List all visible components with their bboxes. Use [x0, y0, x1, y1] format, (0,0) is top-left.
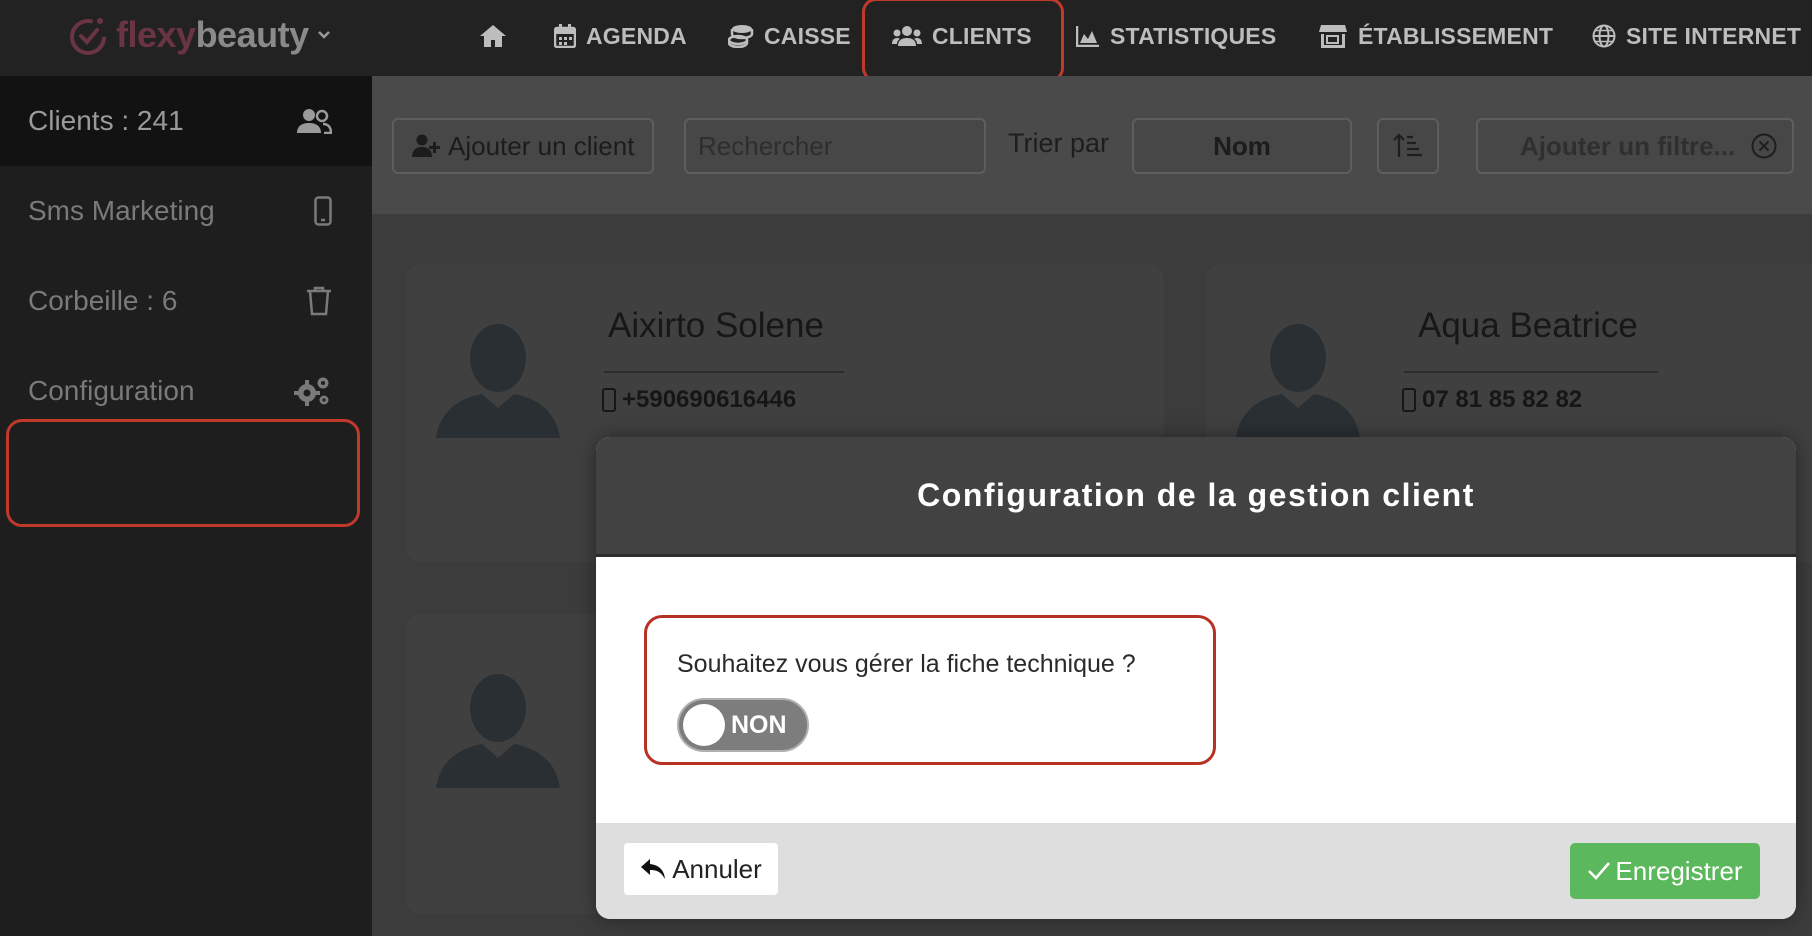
client-phone: 07 81 85 82 82: [1402, 386, 1582, 414]
cancel-button[interactable]: Annuler: [624, 843, 778, 895]
modal-footer: Annuler Enregistrer: [596, 823, 1796, 919]
sort-label: Trier par: [1008, 128, 1110, 158]
modal-body: Souhaitez vous gérer la fiche technique …: [596, 557, 1796, 823]
nav-site-internet[interactable]: SITE INTERNET: [1592, 0, 1801, 72]
configuration-highlight-outline: [6, 419, 360, 527]
sidebar-item-label: Sms Marketing: [28, 195, 215, 226]
nav-home[interactable]: [478, 0, 518, 72]
modal-title: Configuration de la gestion client: [917, 477, 1475, 513]
sidebar-item-label: Configuration: [28, 375, 195, 406]
store-icon: [1319, 25, 1347, 48]
avatar-placeholder-icon: [436, 674, 560, 788]
avatar-placeholder-icon: [1236, 324, 1360, 438]
chart-area-icon: [1076, 26, 1099, 47]
add-client-label: Ajouter un client: [448, 130, 635, 161]
add-filter-input[interactable]: Ajouter un filtre...: [1476, 118, 1794, 174]
nav-etablissement[interactable]: ÉTABLISSEMENT: [1318, 0, 1553, 72]
nav-caisse[interactable]: CAISSE: [728, 0, 851, 72]
logo-clock-icon: [70, 18, 106, 55]
sort-ascending-icon: [1393, 133, 1422, 157]
sort-select[interactable]: Nom: [1132, 118, 1352, 174]
technical-sheet-toggle[interactable]: NON: [677, 698, 809, 752]
globe-icon: [1592, 24, 1616, 48]
modal-header: Configuration de la gestion client: [596, 437, 1796, 557]
client-divider: [1404, 371, 1658, 373]
home-icon: [480, 25, 506, 47]
nav-caisse-label: CAISSE: [764, 22, 851, 49]
search-input[interactable]: Rechercher: [684, 118, 986, 174]
sidebar-item-sms-marketing[interactable]: Sms Marketing: [0, 166, 372, 256]
trash-icon: [307, 286, 331, 316]
phone-icon: [314, 196, 332, 226]
phone-icon: [602, 388, 616, 412]
save-label: Enregistrer: [1615, 855, 1743, 886]
client-phone-number: 07 81 85 82 82: [1422, 386, 1583, 413]
nav-statistiques-label: STATISTIQUES: [1110, 22, 1277, 49]
coins-icon: [728, 25, 754, 48]
client-name: Aixirto Solene: [608, 306, 824, 345]
top-navbar: flexybeauty AGENDA CAISSE CLIENTS STATIS…: [0, 0, 1812, 82]
nav-site-internet-label: SITE INTERNET: [1626, 22, 1802, 49]
sidebar-item-corbeille[interactable]: Corbeille : 6: [0, 256, 372, 346]
gears-icon: [294, 377, 329, 406]
brand-name: flexybeauty: [116, 14, 309, 55]
configuration-modal: Configuration de la gestion client Souha…: [596, 437, 1796, 919]
add-client-button[interactable]: Ajouter un client: [392, 118, 654, 174]
toggle-knob: [683, 704, 725, 746]
filter-placeholder: Ajouter un filtre...: [1520, 130, 1736, 161]
nav-statistiques[interactable]: STATISTIQUES: [1076, 0, 1276, 72]
check-icon: [1588, 862, 1611, 880]
clear-circle-icon[interactable]: [1750, 132, 1778, 160]
sort-value: Nom: [1213, 130, 1271, 161]
save-button[interactable]: Enregistrer: [1570, 843, 1760, 899]
clients-toolbar: Ajouter un client Rechercher Trier par N…: [372, 76, 1812, 214]
phone-icon: [1402, 388, 1416, 412]
nav-etablissement-label: ÉTABLISSEMENT: [1358, 22, 1554, 49]
add-user-icon: [412, 134, 440, 157]
sidebar-item-label: Corbeille : 6: [28, 285, 178, 316]
chevron-down-icon: [317, 31, 330, 39]
nav-agenda[interactable]: AGENDA: [554, 0, 687, 72]
clients-highlight-outline: [862, 0, 1064, 82]
brand-logo[interactable]: flexybeauty: [68, 10, 331, 60]
technical-sheet-setting: Souhaitez vous gérer la fiche technique …: [644, 615, 1216, 765]
client-name: Aqua Beatrice: [1418, 306, 1638, 345]
toggle-state-label: NON: [731, 711, 787, 739]
technical-sheet-question: Souhaitez vous gérer la fiche technique …: [677, 650, 1136, 678]
sidebar: Clients : 241 Sms Marketing Corbeille : …: [0, 76, 372, 936]
search-placeholder: Rechercher: [698, 130, 833, 161]
nav-agenda-label: AGENDA: [586, 22, 687, 49]
sort-direction-button[interactable]: [1377, 118, 1439, 174]
avatar-placeholder-icon: [436, 324, 560, 438]
cancel-label: Annuler: [672, 853, 762, 884]
users-icon: [297, 109, 332, 134]
client-phone-number: +590690616446: [622, 386, 797, 413]
client-divider: [604, 371, 844, 373]
client-phone: +590690616446: [602, 386, 796, 414]
calendar-icon: [554, 24, 576, 48]
sidebar-item-clients[interactable]: Clients : 241: [0, 76, 372, 166]
sidebar-item-label: Clients : 241: [28, 105, 184, 136]
reply-arrow-icon: [641, 859, 666, 879]
